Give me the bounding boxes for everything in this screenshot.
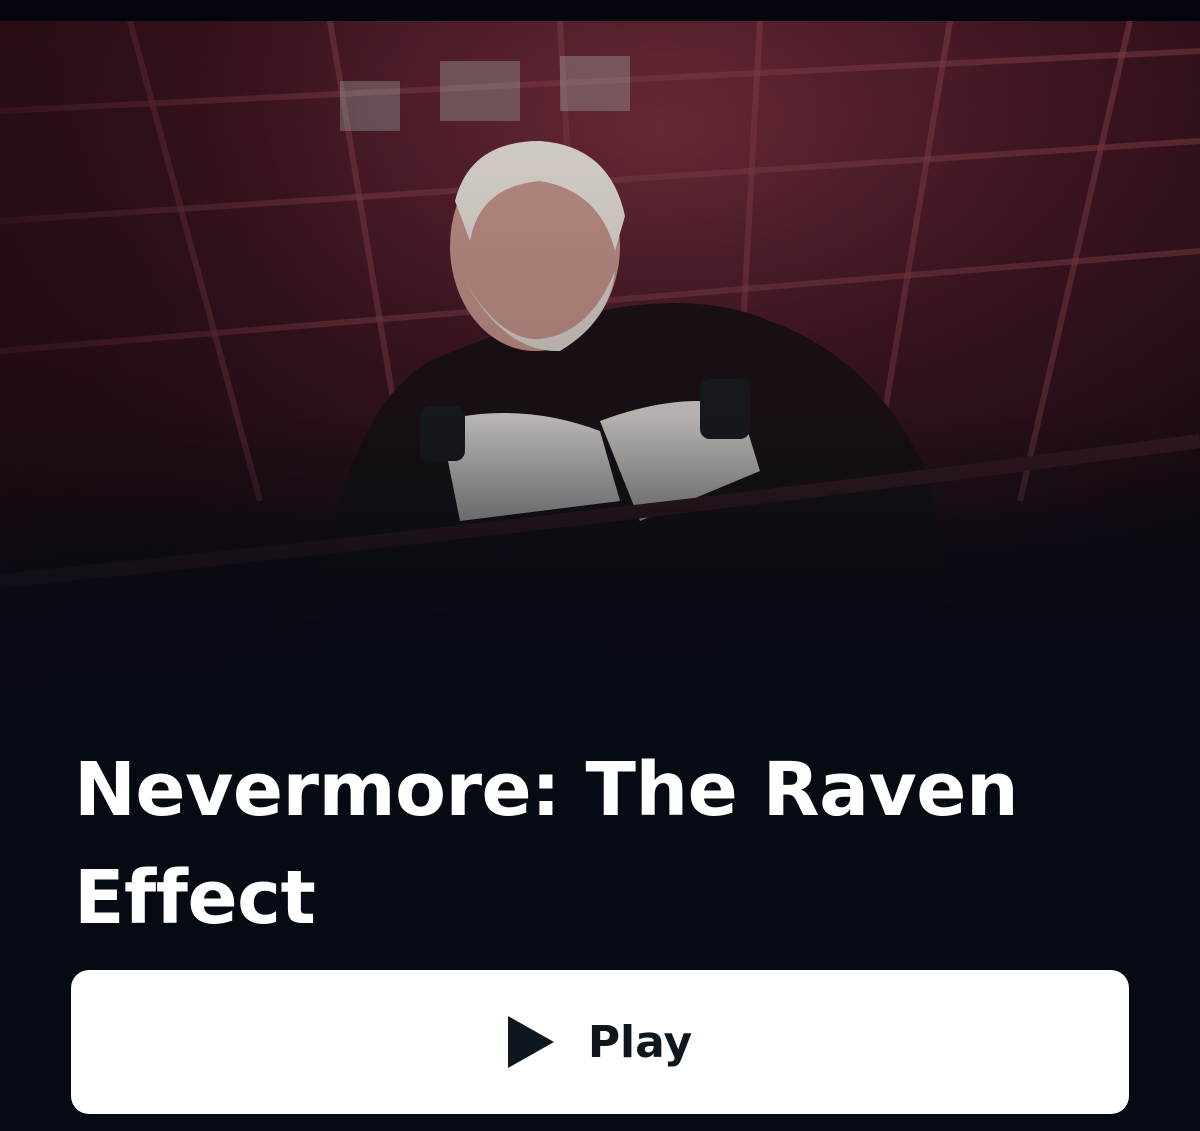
play-icon (507, 1016, 554, 1068)
play-button-label: Play (587, 1016, 693, 1068)
page-title: Nevermore: The Raven Effect (74, 747, 1019, 941)
status-bar (0, 0, 1200, 21)
hero-image (0, 21, 1200, 741)
title-detail-screen: Nevermore: The Raven Effect Play (0, 0, 1200, 1131)
play-button[interactable]: Play (71, 970, 1129, 1114)
